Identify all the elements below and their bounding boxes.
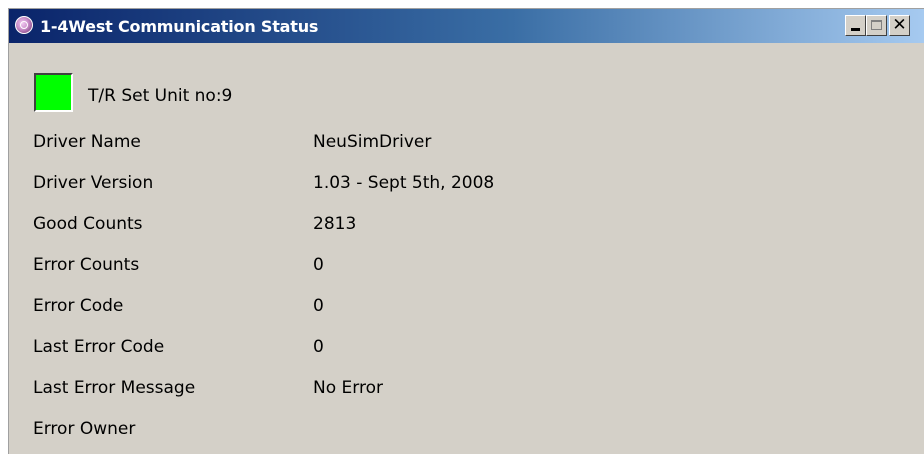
field-row-driver-version: Driver Version 1.03 - Sept 5th, 2008 bbox=[9, 173, 909, 203]
field-label: Last Error Message bbox=[33, 378, 196, 398]
field-value: 0 bbox=[313, 255, 324, 275]
field-row-good-counts: Good Counts 2813 bbox=[9, 214, 909, 244]
maximize-icon bbox=[871, 20, 882, 30]
field-value: 0 bbox=[313, 337, 324, 357]
field-row-driver-name: Driver Name NeuSimDriver bbox=[9, 132, 909, 162]
field-label: Error Counts bbox=[33, 255, 140, 275]
field-label: Good Counts bbox=[33, 214, 143, 234]
app-icon[interactable] bbox=[15, 16, 33, 34]
field-label: Last Error Code bbox=[33, 337, 165, 357]
minimize-button[interactable] bbox=[845, 15, 866, 36]
field-row-error-owner: Error Owner bbox=[9, 419, 909, 449]
maximize-button[interactable] bbox=[866, 15, 887, 36]
communication-status-window: 1-4West Communication Status ✕ T/R Set U… bbox=[8, 8, 924, 454]
field-row-last-error-message: Last Error Message No Error bbox=[9, 378, 909, 408]
field-value: No Error bbox=[313, 378, 383, 398]
title-bar[interactable]: 1-4West Communication Status ✕ bbox=[9, 9, 924, 43]
window-title: 1-4West Communication Status bbox=[40, 17, 319, 36]
field-label: Error Code bbox=[33, 296, 124, 316]
field-value: NeuSimDriver bbox=[313, 132, 432, 152]
close-button[interactable]: ✕ bbox=[889, 15, 910, 36]
field-label: Driver Name bbox=[33, 132, 141, 152]
field-value: 1.03 - Sept 5th, 2008 bbox=[313, 173, 495, 193]
field-value: 2813 bbox=[313, 214, 357, 234]
unit-label: T/R Set Unit no:9 bbox=[88, 86, 233, 106]
field-label: Error Owner bbox=[33, 419, 136, 439]
connection-status-indicator bbox=[34, 73, 73, 112]
field-row-last-error-code: Last Error Code 0 bbox=[9, 337, 909, 367]
field-label: Driver Version bbox=[33, 173, 154, 193]
field-row-error-counts: Error Counts 0 bbox=[9, 255, 909, 285]
minimize-icon bbox=[851, 28, 860, 31]
field-row-error-code: Error Code 0 bbox=[9, 296, 909, 326]
close-icon: ✕ bbox=[892, 15, 907, 35]
field-value: 0 bbox=[313, 296, 324, 316]
